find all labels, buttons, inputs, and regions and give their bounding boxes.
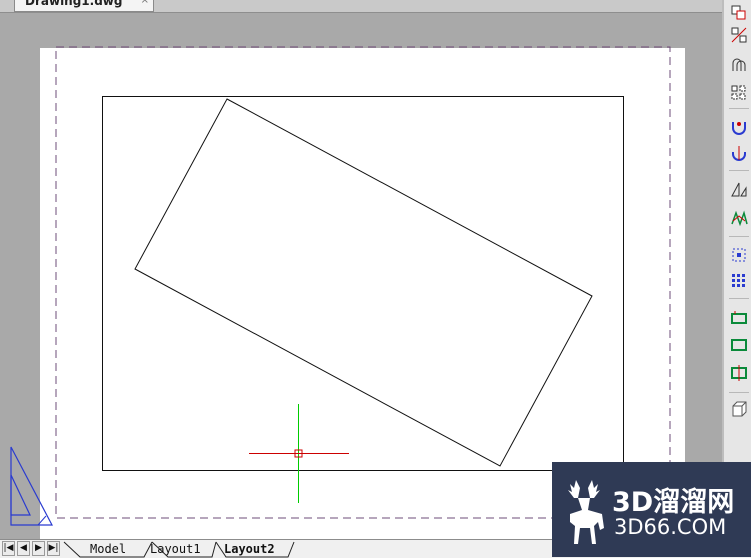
watermark-url: 3D66.COM (614, 515, 727, 539)
previous-tab-button[interactable]: ◀ (17, 541, 30, 556)
tab-layout1[interactable]: Layout1 (150, 541, 201, 557)
last-tab-button[interactable]: ▶| (47, 541, 60, 556)
array-icon[interactable] (730, 84, 748, 102)
deer-logo-icon (568, 480, 604, 544)
scale-icon[interactable] (730, 180, 748, 198)
toolbar-separator (729, 108, 749, 109)
rotate-icon[interactable] (730, 144, 748, 162)
rotated-rectangle[interactable] (134, 98, 593, 467)
printable-margin (55, 46, 671, 519)
first-tab-button[interactable]: |◀ (2, 541, 15, 556)
watermark: 3D溜溜网 3D66.COM (552, 462, 751, 557)
fillet-icon[interactable] (730, 364, 748, 382)
chamfer-icon[interactable] (730, 336, 748, 354)
tab-model[interactable]: Model (90, 541, 126, 557)
mirror-icon[interactable] (730, 26, 748, 44)
break-icon[interactable] (730, 308, 748, 326)
stretch-icon[interactable] (730, 208, 748, 226)
next-tab-button[interactable]: ▶ (32, 541, 45, 556)
explode-icon[interactable] (730, 400, 748, 418)
watermark-brand: 3D溜溜网 (612, 487, 735, 518)
toolbar-separator (729, 236, 749, 237)
ucs-icon (10, 446, 53, 526)
viewport-frame[interactable] (102, 96, 624, 471)
tab-layout2[interactable]: Layout2 (224, 541, 275, 557)
toolbar-separator (729, 170, 749, 171)
toolbar-separator (729, 392, 749, 393)
offset-icon[interactable] (730, 56, 748, 74)
extend-icon[interactable] (730, 272, 748, 290)
toolbar-separator (729, 298, 749, 299)
modify-toolbar (722, 0, 751, 462)
trim-icon[interactable] (730, 246, 748, 264)
drawing-canvas[interactable] (0, 0, 722, 539)
crosshair-cursor (249, 404, 349, 503)
copy-object-icon[interactable] (730, 4, 748, 22)
move-icon[interactable] (730, 118, 748, 136)
